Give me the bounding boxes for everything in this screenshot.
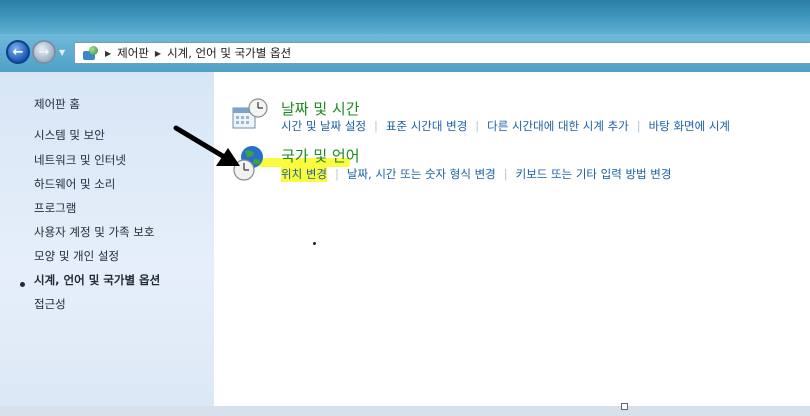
task-divider: |	[475, 119, 480, 133]
breadcrumb-separator-icon[interactable]: ▶	[105, 49, 111, 58]
bottom-border	[0, 406, 810, 416]
task-link-add-clocks[interactable]: 다른 시간대에 대한 시계 추가	[487, 118, 629, 134]
stray-dot	[313, 242, 316, 245]
task-divider: |	[636, 119, 641, 133]
sidebar-item-clock-language-region[interactable]: 시계, 언어 및 국가별 옵션	[34, 272, 160, 288]
sidebar-item-ease-of-access[interactable]: 접근성	[34, 296, 66, 312]
sidebar-item-system-security[interactable]: 시스템 및 보안	[34, 127, 105, 143]
category-tasks-date-time: 시간 및 날짜 설정 | 표준 시간대 변경 | 다른 시간대에 대한 시계 추…	[281, 118, 730, 134]
task-divider: |	[374, 119, 378, 133]
sidebar-item-programs[interactable]: 프로그램	[34, 200, 76, 216]
address-bar[interactable]: ▶ 제어판 ▶ 시계, 언어 및 국가별 옵션	[74, 42, 810, 64]
arrow-right-icon: →	[38, 44, 50, 60]
task-link-change-formats[interactable]: 날짜, 시간 또는 숫자 형식 변경	[347, 166, 496, 182]
task-link-change-keyboards[interactable]: 키보드 또는 기타 입력 방법 변경	[516, 166, 672, 182]
breadcrumb-separator-icon[interactable]: ▶	[155, 49, 161, 58]
breadcrumb-control-panel[interactable]: 제어판	[117, 45, 149, 61]
task-link-change-time-zone[interactable]: 표준 시간대 변경	[386, 118, 467, 134]
sidebar-item-appearance[interactable]: 모양 및 개인 설정	[34, 248, 119, 264]
category-title-region-language[interactable]: 국가 및 언어	[281, 145, 360, 166]
category-title-date-time[interactable]: 날짜 및 시간	[281, 98, 360, 119]
sidebar: 제어판 홈 시스템 및 보안 네트워크 및 인터넷 하드웨어 및 소리 프로그램…	[0, 72, 214, 406]
current-item-bullet	[20, 282, 25, 287]
task-divider: |	[334, 167, 339, 181]
control-panel-icon	[81, 46, 99, 60]
task-link-set-time-date[interactable]: 시간 및 날짜 설정	[281, 118, 366, 134]
resize-handle[interactable]	[621, 403, 628, 410]
breadcrumb-current[interactable]: 시계, 언어 및 국가별 옵션	[167, 45, 291, 61]
sidebar-item-hardware-sound[interactable]: 하드웨어 및 소리	[34, 176, 115, 192]
task-divider: |	[503, 167, 508, 181]
category-tasks-region-language: 위치 변경 | 날짜, 시간 또는 숫자 형식 변경 | 키보드 또는 기타 입…	[281, 166, 671, 182]
back-button[interactable]: ←	[6, 40, 30, 64]
forward-button[interactable]: →	[32, 40, 56, 64]
sidebar-item-user-accounts[interactable]: 사용자 계정 및 가족 보호	[34, 224, 154, 240]
sidebar-home-link[interactable]: 제어판 홈	[34, 96, 80, 112]
sidebar-item-network-internet[interactable]: 네트워크 및 인터넷	[34, 152, 126, 168]
arrow-left-icon: ←	[12, 44, 24, 60]
annotation-arrow-icon	[173, 125, 240, 166]
task-link-desktop-clock[interactable]: 바탕 화면에 시계	[649, 118, 730, 134]
task-link-change-location[interactable]: 위치 변경	[281, 166, 327, 182]
window-title-bar	[0, 0, 810, 34]
recent-pages-dropdown[interactable]: ▼	[59, 48, 65, 57]
